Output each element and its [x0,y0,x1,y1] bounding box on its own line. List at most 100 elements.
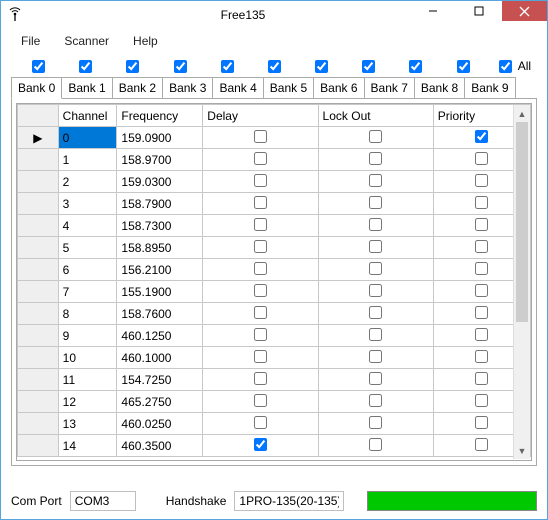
lock-checkbox[interactable] [369,196,382,209]
menu-scanner[interactable]: Scanner [54,32,119,50]
cell-delay[interactable] [203,215,318,237]
cell-frequency[interactable]: 159.0900 [117,127,203,149]
prio-checkbox[interactable] [475,350,488,363]
prio-checkbox[interactable] [475,130,488,143]
lock-checkbox[interactable] [369,328,382,341]
cell-frequency[interactable]: 158.8950 [117,237,203,259]
minimize-button[interactable] [410,1,455,21]
cell-lock[interactable] [318,193,433,215]
tab-bank-0[interactable]: Bank 0 [11,77,62,99]
prio-checkbox[interactable] [475,262,488,275]
lock-checkbox[interactable] [369,218,382,231]
table-row[interactable]: 8158.7600 [18,303,531,325]
lock-checkbox[interactable] [369,130,382,143]
cell-delay[interactable] [203,171,318,193]
cell-delay[interactable] [203,259,318,281]
tab-bank-8[interactable]: Bank 8 [414,77,465,98]
cell-delay[interactable] [203,237,318,259]
cell-frequency[interactable]: 460.3500 [117,435,203,457]
cell-delay[interactable] [203,149,318,171]
table-row[interactable]: 2159.0300 [18,171,531,193]
prio-checkbox[interactable] [475,240,488,253]
cell-channel[interactable]: 7 [58,281,117,303]
col-channel[interactable]: Channel [58,105,117,127]
tab-bank-7[interactable]: Bank 7 [364,77,415,98]
lock-checkbox[interactable] [369,306,382,319]
prio-checkbox[interactable] [475,416,488,429]
cell-frequency[interactable]: 460.0250 [117,413,203,435]
cell-channel[interactable]: 13 [58,413,117,435]
table-row[interactable]: 6156.2100 [18,259,531,281]
bank-check-2[interactable] [126,60,139,73]
cell-delay[interactable] [203,413,318,435]
delay-checkbox[interactable] [254,438,267,451]
cell-lock[interactable] [318,237,433,259]
lock-checkbox[interactable] [369,438,382,451]
cell-channel[interactable]: 4 [58,215,117,237]
bank-check-0[interactable] [32,60,45,73]
delay-checkbox[interactable] [254,152,267,165]
tab-bank-4[interactable]: Bank 4 [212,77,263,98]
cell-channel[interactable]: 6 [58,259,117,281]
cell-channel[interactable]: 2 [58,171,117,193]
table-row[interactable]: 5158.8950 [18,237,531,259]
cell-frequency[interactable]: 465.2750 [117,391,203,413]
cell-delay[interactable] [203,193,318,215]
delay-checkbox[interactable] [254,284,267,297]
delay-checkbox[interactable] [254,394,267,407]
cell-channel[interactable]: 8 [58,303,117,325]
lock-checkbox[interactable] [369,174,382,187]
delay-checkbox[interactable] [254,174,267,187]
vertical-scrollbar[interactable]: ▲ ▼ [513,105,530,459]
table-row[interactable]: 11154.7250 [18,369,531,391]
scroll-thumb[interactable] [516,122,528,322]
tab-bank-3[interactable]: Bank 3 [162,77,213,98]
table-row[interactable]: 14460.3500 [18,435,531,457]
prio-checkbox[interactable] [475,372,488,385]
cell-frequency[interactable]: 158.7900 [117,193,203,215]
cell-delay[interactable] [203,435,318,457]
all-check[interactable] [499,60,512,73]
table-row[interactable]: 12465.2750 [18,391,531,413]
comport-input[interactable] [70,491,136,511]
tab-bank-2[interactable]: Bank 2 [112,77,163,98]
cell-lock[interactable] [318,391,433,413]
cell-lock[interactable] [318,303,433,325]
cell-lock[interactable] [318,347,433,369]
lock-checkbox[interactable] [369,372,382,385]
cell-delay[interactable] [203,347,318,369]
tab-bank-9[interactable]: Bank 9 [464,77,515,98]
cell-lock[interactable] [318,413,433,435]
tab-bank-6[interactable]: Bank 6 [313,77,364,98]
cell-frequency[interactable]: 460.1000 [117,347,203,369]
lock-checkbox[interactable] [369,284,382,297]
cell-frequency[interactable]: 158.7300 [117,215,203,237]
prio-checkbox[interactable] [475,218,488,231]
cell-channel[interactable]: 12 [58,391,117,413]
cell-delay[interactable] [203,127,318,149]
maximize-button[interactable] [456,1,501,21]
cell-lock[interactable] [318,127,433,149]
tab-bank-1[interactable]: Bank 1 [61,77,112,98]
table-row[interactable]: ▶0159.0900 [18,127,531,149]
bank-check-8[interactable] [409,60,422,73]
cell-frequency[interactable]: 460.1250 [117,325,203,347]
scroll-down-icon[interactable]: ▼ [514,442,530,459]
prio-checkbox[interactable] [475,284,488,297]
cell-lock[interactable] [318,435,433,457]
delay-checkbox[interactable] [254,218,267,231]
table-row[interactable]: 13460.0250 [18,413,531,435]
cell-lock[interactable] [318,215,433,237]
menu-file[interactable]: File [11,32,50,50]
lock-checkbox[interactable] [369,416,382,429]
table-row[interactable]: 3158.7900 [18,193,531,215]
lock-checkbox[interactable] [369,350,382,363]
prio-checkbox[interactable] [475,196,488,209]
cell-lock[interactable] [318,281,433,303]
delay-checkbox[interactable] [254,328,267,341]
handshake-input[interactable] [234,491,344,511]
delay-checkbox[interactable] [254,372,267,385]
bank-check-3[interactable] [174,60,187,73]
delay-checkbox[interactable] [254,240,267,253]
lock-checkbox[interactable] [369,152,382,165]
